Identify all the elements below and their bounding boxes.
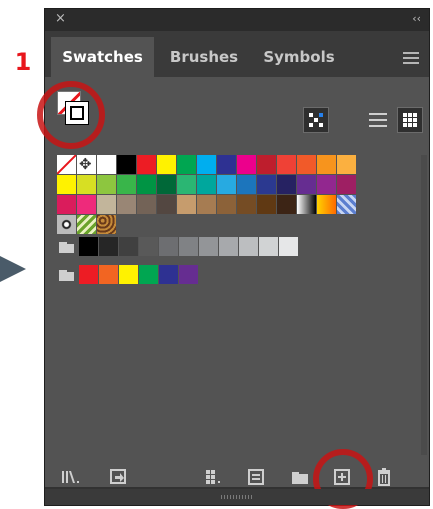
- swatch[interactable]: [157, 175, 176, 194]
- swatch[interactable]: [99, 237, 118, 256]
- swatch-row: [57, 265, 199, 285]
- swatch[interactable]: [219, 237, 238, 256]
- color-group-folder-icon[interactable]: [57, 237, 76, 256]
- swatch[interactable]: [217, 155, 236, 174]
- swatch-orange-grad[interactable]: [317, 195, 336, 214]
- swatch[interactable]: [177, 175, 196, 194]
- swatch[interactable]: [239, 237, 258, 256]
- swatch[interactable]: [259, 237, 278, 256]
- collapse-icon[interactable]: ‹‹: [405, 11, 421, 27]
- swatch[interactable]: [257, 175, 276, 194]
- swatch[interactable]: [159, 265, 178, 284]
- swatch-pattern3[interactable]: [97, 215, 116, 234]
- swatch-none[interactable]: [57, 155, 76, 174]
- swatch[interactable]: [137, 155, 156, 174]
- swatch[interactable]: [317, 155, 336, 174]
- step-number-label: 1: [14, 48, 32, 76]
- panel-title-bar[interactable]: × ‹‹: [45, 9, 429, 31]
- swatch[interactable]: [119, 265, 138, 284]
- swatch[interactable]: [337, 175, 356, 194]
- swatch-row: [57, 175, 357, 195]
- swatch[interactable]: [277, 195, 296, 214]
- swatch[interactable]: [337, 155, 356, 174]
- swatch[interactable]: [277, 155, 296, 174]
- swatch[interactable]: [117, 155, 136, 174]
- swatch[interactable]: [279, 237, 298, 256]
- swatch[interactable]: [139, 237, 158, 256]
- swatch[interactable]: [79, 265, 98, 284]
- swatch[interactable]: [97, 195, 116, 214]
- new-folder-icon[interactable]: [289, 467, 311, 487]
- swatch-options-icon[interactable]: [203, 467, 225, 487]
- swatch[interactable]: [257, 195, 276, 214]
- swatch[interactable]: [117, 175, 136, 194]
- swatch[interactable]: [179, 265, 198, 284]
- list-view-icon[interactable]: [365, 107, 391, 133]
- swatch[interactable]: [79, 237, 98, 256]
- swatch[interactable]: [277, 175, 296, 194]
- arrow-pointer: [0, 243, 26, 295]
- swatch[interactable]: [217, 175, 236, 194]
- swatch[interactable]: [157, 155, 176, 174]
- show-kinds-menu-icon[interactable]: [303, 107, 329, 133]
- panel-resize-handle[interactable]: [45, 489, 429, 505]
- swatch[interactable]: [137, 195, 156, 214]
- swatch[interactable]: [199, 237, 218, 256]
- swatch-row: [57, 215, 117, 235]
- swatch[interactable]: [139, 265, 158, 284]
- swatch[interactable]: [217, 195, 236, 214]
- swatch[interactable]: [317, 175, 336, 194]
- swatch-blue-grad[interactable]: [337, 195, 356, 214]
- swatch-registration[interactable]: [77, 155, 96, 174]
- swatch[interactable]: [99, 265, 118, 284]
- highlight-circle: [37, 81, 105, 149]
- swatch-row: [57, 237, 299, 257]
- color-group-folder-icon[interactable]: [57, 265, 76, 284]
- swatch[interactable]: [197, 155, 216, 174]
- scrollbar[interactable]: [421, 155, 427, 455]
- tab-symbols[interactable]: Symbols: [250, 37, 348, 77]
- tab-swatches[interactable]: Swatches: [51, 37, 154, 77]
- swatch[interactable]: [157, 195, 176, 214]
- swatch[interactable]: [257, 155, 276, 174]
- swatch[interactable]: [177, 195, 196, 214]
- close-icon[interactable]: ×: [55, 11, 69, 27]
- hamburger-menu-icon[interactable]: [403, 52, 419, 64]
- swatch[interactable]: [137, 175, 156, 194]
- swatch[interactable]: [237, 155, 256, 174]
- swatch[interactable]: [297, 155, 316, 174]
- swatch[interactable]: [97, 175, 116, 194]
- swatch[interactable]: [179, 237, 198, 256]
- thumbnail-view-icon[interactable]: [397, 107, 423, 133]
- swatch[interactable]: [119, 237, 138, 256]
- swatch[interactable]: [97, 155, 116, 174]
- swatch[interactable]: [159, 237, 178, 256]
- swatches-content: [37, 77, 429, 487]
- panel-bottom-toolbar: [45, 449, 429, 509]
- swatch[interactable]: [237, 175, 256, 194]
- swatch-libraries-icon[interactable]: [59, 467, 81, 487]
- swatch-info-icon[interactable]: [245, 467, 267, 487]
- tab-brushes[interactable]: Brushes: [158, 37, 250, 77]
- swatch-pattern2[interactable]: [77, 215, 96, 234]
- swatch[interactable]: [297, 175, 316, 194]
- swatch-row: [57, 155, 357, 175]
- swatch-row: [57, 195, 357, 215]
- swatch[interactable]: [57, 195, 76, 214]
- swatch[interactable]: [197, 195, 216, 214]
- swatch[interactable]: [197, 175, 216, 194]
- swatch-pattern1[interactable]: [57, 215, 76, 234]
- swatch-gray-grad[interactable]: [297, 195, 316, 214]
- place-swatches-icon[interactable]: [107, 467, 129, 487]
- delete-icon[interactable]: [373, 467, 395, 487]
- swatch[interactable]: [77, 175, 96, 194]
- swatches-panel: × ‹‹ Swatches Brushes Symbols: [37, 8, 430, 509]
- swatch[interactable]: [177, 155, 196, 174]
- swatch[interactable]: [77, 195, 96, 214]
- swatch[interactable]: [57, 175, 76, 194]
- swatch[interactable]: [237, 195, 256, 214]
- swatch[interactable]: [117, 195, 136, 214]
- panel-tabs: Swatches Brushes Symbols: [45, 31, 429, 77]
